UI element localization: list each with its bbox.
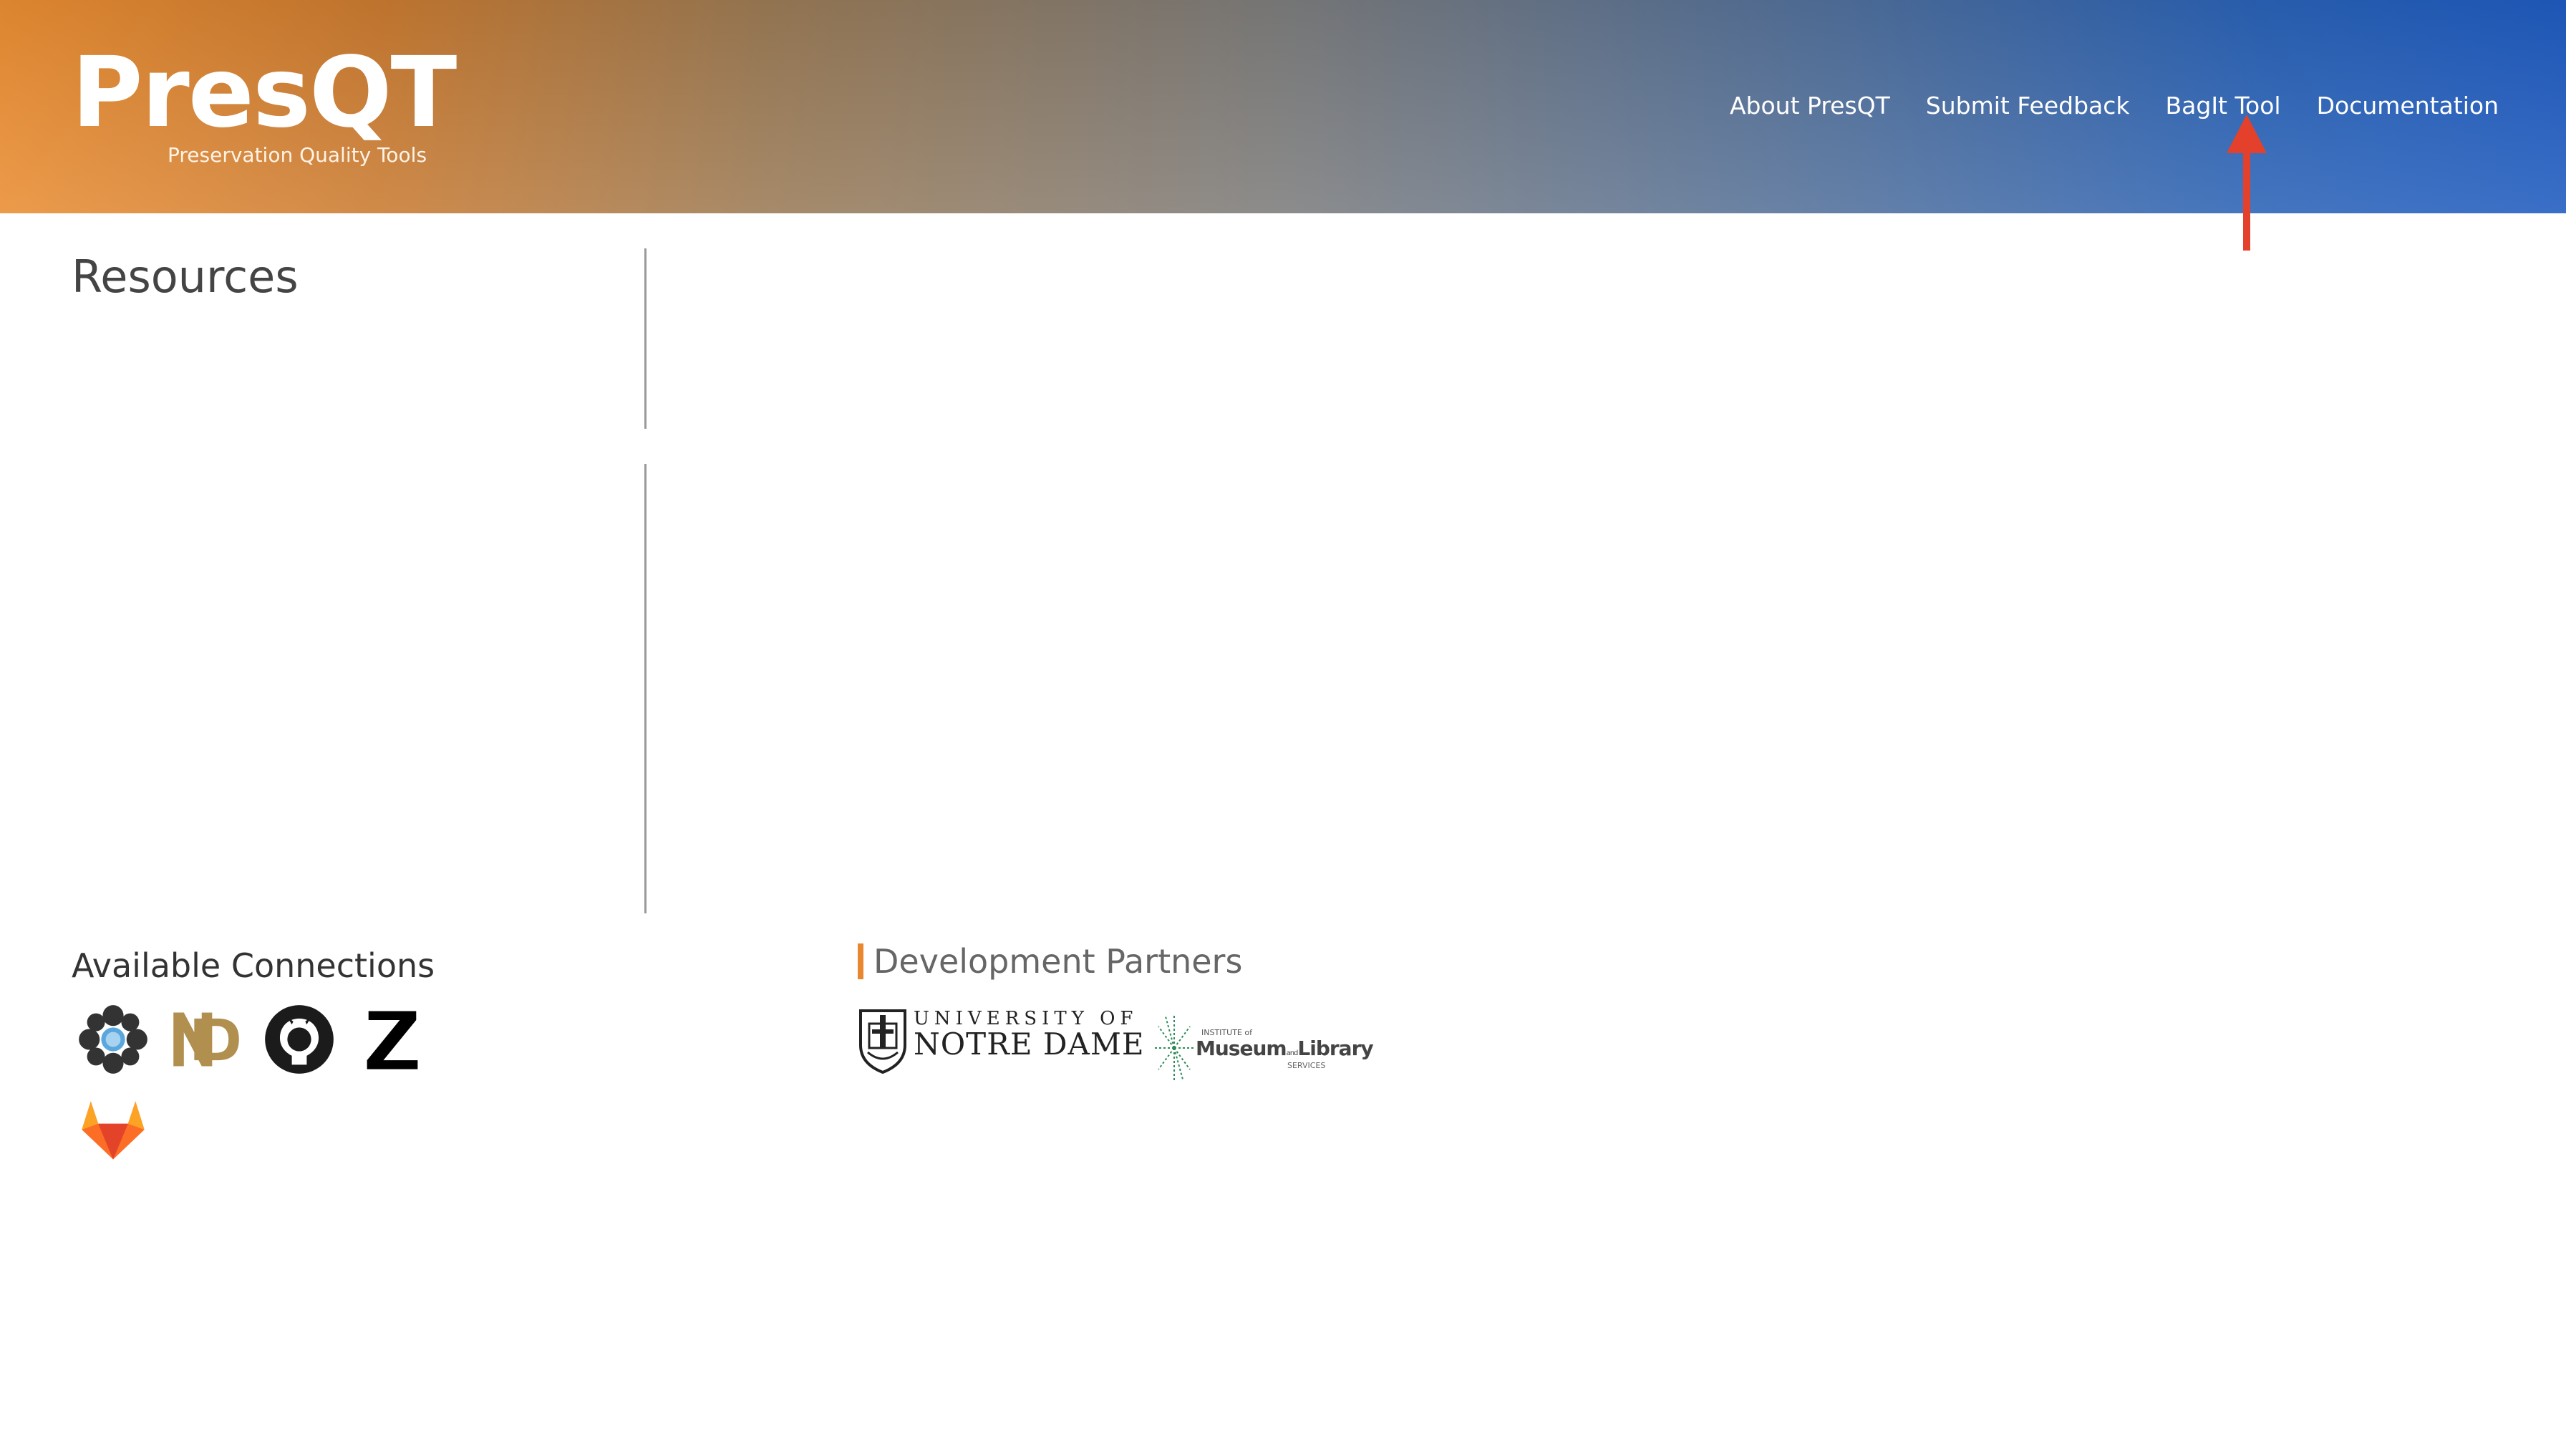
- annotation-arrow-icon: [2227, 115, 2267, 251]
- nav-submit-feedback[interactable]: Submit Feedback: [1926, 92, 2130, 120]
- development-partners-title: Development Partners: [858, 943, 1242, 979]
- zenodo-icon[interactable]: [355, 1002, 430, 1077]
- imls-logo[interactable]: INSTITUTE of MuseumandLibrary SERVICES: [1151, 1006, 1374, 1085]
- curatend-icon[interactable]: [169, 1002, 243, 1077]
- imls-museum: Museum: [1196, 1037, 1287, 1060]
- site-header: PresQT Preservation Quality Tools About …: [0, 0, 2566, 213]
- nav-documentation[interactable]: Documentation: [2317, 92, 2499, 120]
- notre-dame-logo[interactable]: UNIVERSITY OF NOTRE DAME: [858, 1006, 1144, 1075]
- imls-services-text: SERVICES: [1287, 1061, 1326, 1070]
- divider-top: [644, 248, 647, 429]
- osf-icon[interactable]: [76, 1002, 150, 1077]
- imls-main-text: MuseumandLibrary: [1196, 1037, 1374, 1060]
- imls-starburst-icon: [1153, 1014, 1196, 1082]
- resources-title: Resources: [72, 251, 299, 303]
- presqt-logo[interactable]: PresQT Preservation Quality Tools: [72, 37, 457, 167]
- logo-title: PresQT: [72, 37, 457, 150]
- logo-subtitle: Preservation Quality Tools: [168, 143, 427, 167]
- notre-dame-shield-icon: [859, 1009, 906, 1074]
- divider-bottom: [644, 464, 647, 913]
- main-nav: About PresQT Submit Feedback BagIt Tool …: [1730, 92, 2499, 120]
- available-connections-title: Available Connections: [72, 946, 435, 985]
- imls-and: and: [1286, 1049, 1299, 1057]
- nav-about-presqt[interactable]: About PresQT: [1730, 92, 1890, 120]
- github-icon[interactable]: [262, 1002, 337, 1077]
- imls-library: Library: [1297, 1037, 1373, 1060]
- notre-dame-line2: NOTRE DAME: [914, 1027, 1145, 1062]
- gitlab-icon[interactable]: [76, 1091, 150, 1165]
